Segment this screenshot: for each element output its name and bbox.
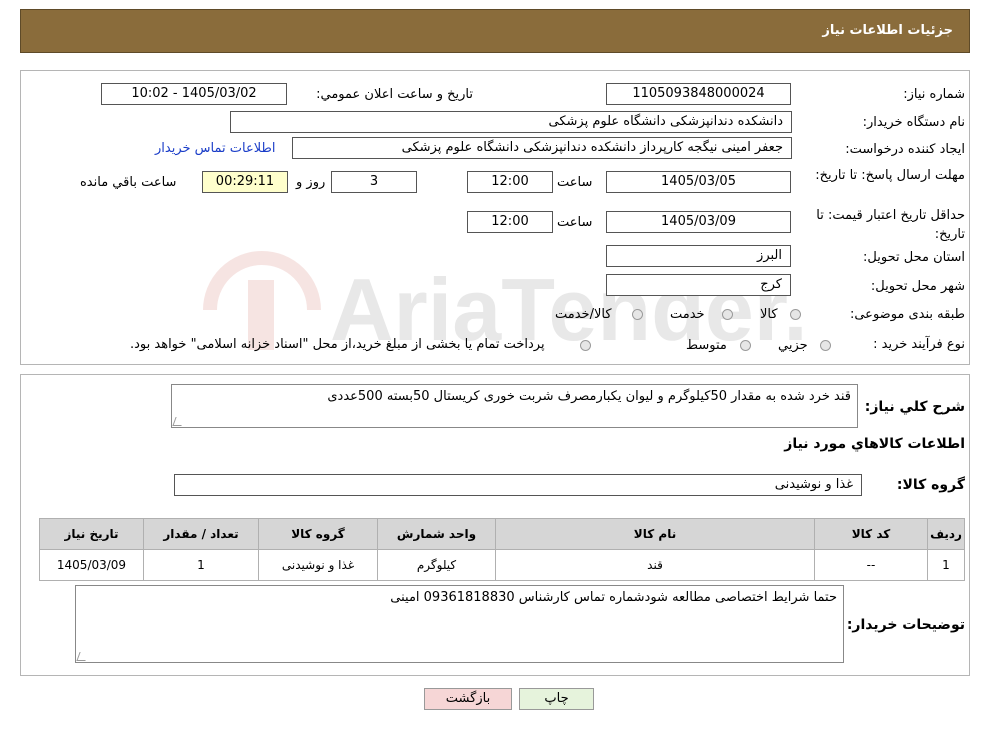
buyer-notes-label: توضيحات خريدار: [846,617,965,633]
creator-label: ايجاد کننده درخواست: [845,142,965,157]
process-minor-radio[interactable] [820,340,831,351]
days-field: 3 [331,171,417,193]
page-header: جزئیات اطلاعات نیاز [20,9,970,53]
resize-grip-icon[interactable] [172,417,185,426]
description-textarea[interactable]: قند خرد شده به مقدار 50کیلوگرم و لیوان ی… [171,384,858,428]
resize-grip-icon[interactable] [76,652,89,661]
cell-quantity: 1 [143,549,259,581]
buyer-org-label: نام دستگاه خريدار: [862,115,965,130]
deadline-time-field: 12:00 [467,171,553,193]
cell-unit: کیلوگرم [377,549,496,581]
page-title: جزئیات اطلاعات نیاز [822,23,953,38]
category-label: طبقه بندی موضوعی: [849,307,965,322]
table-row: 1 -- قند کیلوگرم غذا و نوشیدنی 1 1405/03… [39,549,965,581]
col-header-row-number: رديف [927,518,965,550]
remaining-time-field: 00:29:11 [202,171,288,193]
cell-item-name: قند [495,549,815,581]
goods-group-field: غذا و نوشیدنی [174,474,862,496]
process-label: نوع فرآيند خريد : [873,337,965,352]
creator-field: جعفر امینی نیگجه کارپرداز دانشکده دندانپ… [292,137,792,159]
col-header-group: گروه کالا [258,518,378,550]
process-treasury-checkbox[interactable] [580,340,591,351]
category-option-goods: کالا [760,307,778,322]
cell-need-date: 1405/03/09 [39,549,144,581]
description-text: قند خرد شده به مقدار 50کیلوگرم و لیوان ی… [327,389,851,404]
goods-section-title: اطلاعات كالاهاي مورد نياز [784,436,965,452]
col-header-item-code: کد کالا [814,518,928,550]
category-goods-radio[interactable] [790,309,801,320]
cell-item-code: -- [814,549,928,581]
process-medium-radio[interactable] [740,340,751,351]
process-option-medium: متوسط [686,338,727,353]
print-button[interactable]: چاپ [519,688,594,710]
process-note: پرداخت تمام يا بخشی از مبلغ خريد،از محل … [130,337,545,352]
col-header-need-date: تاريخ نياز [39,518,144,550]
deadline-date-field: 1405/03/05 [606,171,791,193]
cell-group: غذا و نوشیدنی [258,549,378,581]
back-button[interactable]: بازگشت [424,688,512,710]
col-header-item-name: نام کالا [495,518,815,550]
validity-date-field: 1405/03/09 [606,211,791,233]
validity-time-field: 12:00 [467,211,553,233]
category-service-radio[interactable] [722,309,733,320]
city-field: کرج [606,274,791,296]
buyer-notes-textarea[interactable]: حتما شرایط اختصاصی مطالعه شودشماره تماس … [75,585,844,663]
col-header-quantity: تعداد / مقدار [143,518,259,550]
need-number-label: شماره نیاز: [903,87,965,102]
announce-label: تاریخ و ساعت اعلان عمومي: [316,87,473,102]
goods-table: رديف کد کالا نام کالا واحد شمارش گروه کا… [39,518,965,581]
city-label: شهر محل تحويل: [870,279,965,294]
announce-field: 1405/03/02 - 10:02 [101,83,287,105]
buyer-contact-link[interactable]: اطلاعات تماس خريدار [155,141,275,156]
cell-row-number: 1 [927,549,965,581]
process-option-minor: جزيي [778,338,808,353]
province-label: استان محل تحويل: [863,250,965,265]
col-header-unit: واحد شمارش [377,518,496,550]
category-both-radio[interactable] [632,309,643,320]
goods-group-label: گروه کالا: [896,477,965,493]
validity-label: حداقل تاريخ اعتبار قيمت: تا تاريخ: [816,208,965,242]
validity-time-label: ساعت [557,215,593,230]
days-label: روز و [296,175,326,190]
deadline-label: مهلت ارسال پاسخ: تا تاريخ: [815,168,965,183]
remaining-label: ساعت باقي مانده [80,175,177,190]
buyer-org-field: دانشکده دندانپزشکی دانشگاه علوم پزشکی [230,111,792,133]
category-option-both: کالا/خدمت [555,307,612,322]
need-number-field: 1105093848000024 [606,83,791,105]
buyer-notes-text: حتما شرایط اختصاصی مطالعه شودشماره تماس … [390,590,837,605]
province-field: البرز [606,245,791,267]
deadline-time-label: ساعت [557,175,593,190]
category-option-service: خدمت [670,307,705,322]
description-label: شرح كلي نياز: [864,399,965,415]
table-header-row: رديف کد کالا نام کالا واحد شمارش گروه کا… [39,518,965,550]
